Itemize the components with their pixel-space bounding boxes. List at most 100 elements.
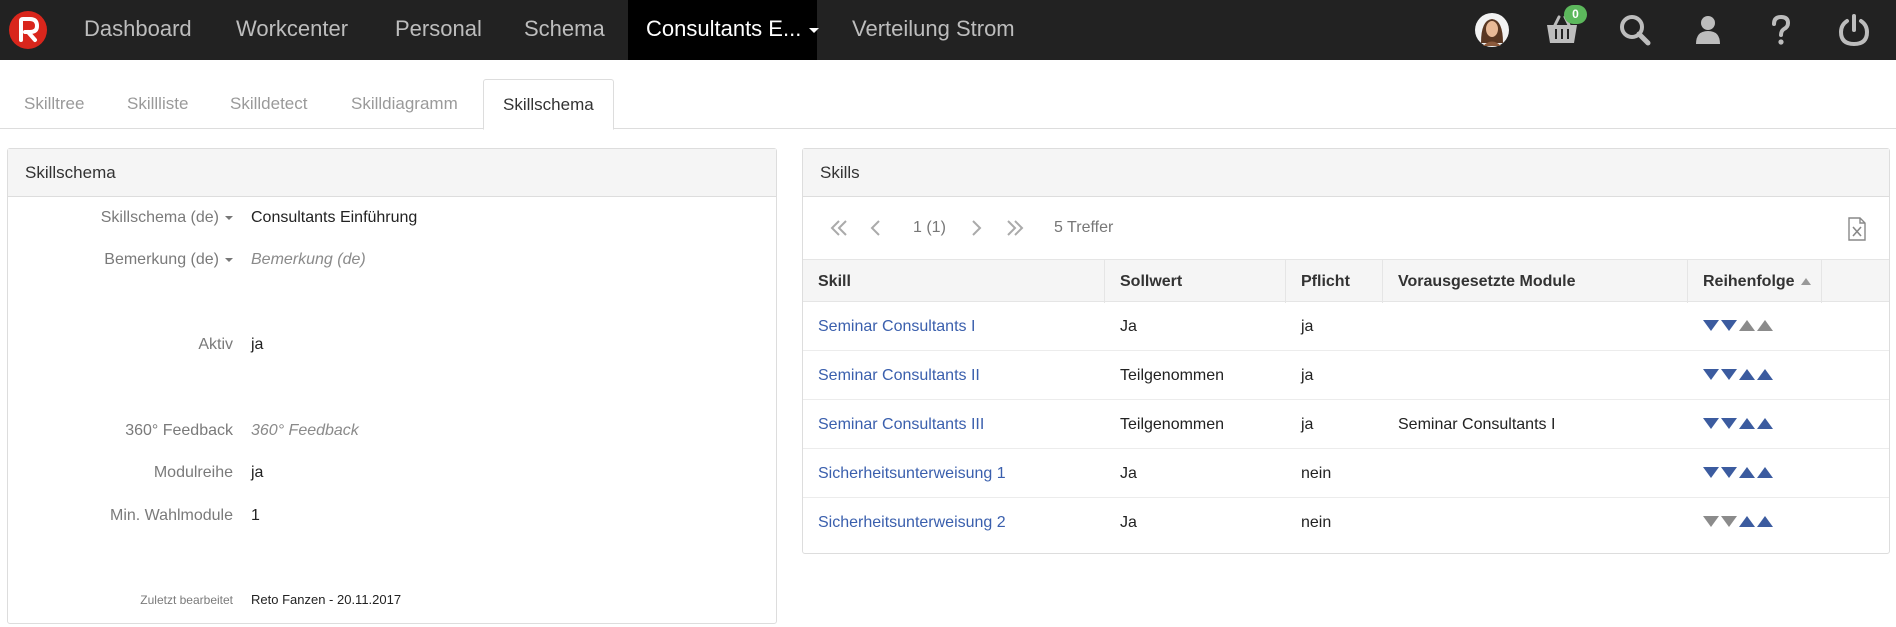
field-aktiv: Aktiv ja: [8, 333, 778, 357]
min-wahlmodule-value[interactable]: 1: [251, 504, 260, 528]
user-icon[interactable]: [1690, 12, 1726, 48]
aktiv-value[interactable]: ja: [251, 333, 263, 357]
sollwert-cell: Teilgenommen: [1120, 367, 1225, 384]
skill-link[interactable]: Seminar Consultants III: [803, 401, 984, 449]
app-logo[interactable]: [8, 10, 48, 50]
move-top-icon[interactable]: [1757, 467, 1773, 478]
col-sollwert[interactable]: Sollwert: [1105, 260, 1286, 303]
order-buttons: [1703, 418, 1775, 432]
move-up-icon: [1739, 320, 1755, 331]
skill-link[interactable]: Sicherheitsunterweisung 1: [803, 450, 1006, 498]
next-page-icon[interactable]: [969, 219, 983, 245]
tab-skillliste[interactable]: Skillliste: [127, 79, 188, 129]
skillschema-label: Skillschema (de): [100, 209, 219, 226]
table-row: Seminar Consultants II Teilgenommen ja: [803, 352, 1889, 400]
bemerkung-label: Bemerkung (de): [104, 251, 219, 268]
move-bottom-icon: [1703, 516, 1719, 527]
tab-bar: Skilltree Skillliste Skilldetect Skilldi…: [0, 79, 1896, 130]
move-down-icon[interactable]: [1721, 418, 1737, 429]
move-down-icon[interactable]: [1721, 369, 1737, 380]
move-down-icon[interactable]: [1721, 320, 1737, 331]
move-up-icon[interactable]: [1739, 369, 1755, 380]
pflicht-cell: ja: [1301, 367, 1314, 384]
col-pflicht[interactable]: Pflicht: [1286, 260, 1383, 303]
chevron-down-icon: [225, 215, 233, 220]
prev-page-icon[interactable]: [869, 219, 883, 245]
move-top-icon[interactable]: [1757, 369, 1773, 380]
table-row: Seminar Consultants I Ja ja: [803, 303, 1889, 351]
move-bottom-icon[interactable]: [1703, 467, 1719, 478]
col-reihenfolge[interactable]: Reihenfolge: [1688, 260, 1822, 303]
hit-count: 5 Treffer: [1054, 219, 1114, 236]
nav-consultants-label: Consultants E...: [646, 16, 802, 41]
tab-skilldetect[interactable]: Skilldetect: [230, 79, 307, 129]
skillschema-value[interactable]: Consultants Einführung: [251, 206, 417, 230]
nav-consultants-dropdown[interactable]: Consultants E...: [628, 0, 820, 60]
skillschema-panel-title: Skillschema: [8, 149, 776, 197]
move-top-icon: [1757, 320, 1773, 331]
move-bottom-icon[interactable]: [1703, 418, 1719, 429]
col-vorausgesetzte-module[interactable]: Vorausgesetzte Module: [1383, 260, 1688, 303]
chevron-down-icon: [225, 257, 233, 262]
modulreihe-label: Modulreihe: [153, 464, 233, 481]
tab-skillschema[interactable]: Skillschema: [483, 79, 614, 130]
move-top-icon[interactable]: [1757, 418, 1773, 429]
pagination: 1 (1) 5 Treffer: [803, 197, 1889, 259]
bemerkung-field[interactable]: Bemerkung (de): [251, 248, 366, 272]
nav-workcenter[interactable]: Workcenter: [236, 0, 348, 60]
avatar[interactable]: [1474, 12, 1510, 48]
move-bottom-icon[interactable]: [1703, 320, 1719, 331]
field-modulreihe: Modulreihe ja: [8, 461, 778, 485]
col-reihenfolge-label: Reihenfolge: [1703, 273, 1795, 290]
excel-export-icon[interactable]: [1847, 217, 1867, 243]
module-cell: [1383, 352, 1398, 400]
skill-link[interactable]: Seminar Consultants II: [803, 352, 980, 400]
field-zuletzt-bearbeitet: Zuletzt bearbeitet Reto Fanzen - 20.11.2…: [8, 588, 778, 612]
order-buttons: [1703, 320, 1775, 334]
move-top-icon[interactable]: [1757, 516, 1773, 527]
power-icon[interactable]: [1836, 12, 1872, 48]
skills-table-header: Skill Sollwert Pflicht Vorausgesetzte Mo…: [803, 259, 1889, 303]
skillschema-language-dropdown[interactable]: Skillschema (de): [101, 206, 233, 230]
search-icon[interactable]: [1617, 12, 1653, 48]
field-bemerkung: Bemerkung (de) Bemerkung (de): [8, 248, 778, 272]
page-indicator: 1 (1): [913, 219, 946, 236]
feedback-label: 360° Feedback: [125, 422, 233, 439]
last-page-icon[interactable]: [1005, 219, 1025, 245]
sollwert-cell: Ja: [1120, 514, 1137, 531]
bemerkung-language-dropdown[interactable]: Bemerkung (de): [104, 248, 233, 272]
min-wahlmodule-label: Min. Wahlmodule: [109, 507, 233, 524]
skill-link[interactable]: Seminar Consultants I: [803, 303, 975, 351]
pflicht-cell: ja: [1301, 416, 1314, 433]
tab-skilltree[interactable]: Skilltree: [24, 79, 84, 129]
modulreihe-value[interactable]: ja: [251, 461, 263, 485]
zuletzt-bearbeitet-value: Reto Fanzen - 20.11.2017: [251, 592, 402, 607]
sort-ascending-icon: [1800, 278, 1811, 286]
move-up-icon[interactable]: [1739, 467, 1755, 478]
feedback-field[interactable]: 360° Feedback: [251, 419, 359, 443]
chevron-down-icon: [809, 27, 820, 33]
nav-schema[interactable]: Schema: [524, 0, 605, 60]
nav-dashboard[interactable]: Dashboard: [84, 0, 192, 60]
table-row: Sicherheitsunterweisung 1 Ja nein: [803, 450, 1889, 498]
sollwert-cell: Ja: [1120, 318, 1137, 335]
move-up-icon[interactable]: [1739, 418, 1755, 429]
sollwert-cell: Ja: [1120, 465, 1137, 482]
move-bottom-icon[interactable]: [1703, 369, 1719, 380]
move-down-icon[interactable]: [1721, 467, 1737, 478]
tab-skilldiagramm[interactable]: Skilldiagramm: [351, 79, 458, 129]
pflicht-cell: nein: [1301, 514, 1332, 531]
module-cell: Seminar Consultants I: [1398, 416, 1556, 433]
first-page-icon[interactable]: [829, 219, 849, 245]
aktiv-label: Aktiv: [198, 336, 233, 353]
nav-verteilung-strom[interactable]: Verteilung Strom: [852, 0, 1015, 60]
move-up-icon[interactable]: [1739, 516, 1755, 527]
help-icon[interactable]: [1763, 12, 1799, 48]
col-skill[interactable]: Skill: [803, 260, 1105, 303]
table-row: Seminar Consultants III Teilgenommen ja …: [803, 401, 1889, 449]
nav-personal[interactable]: Personal: [395, 0, 482, 60]
skills-panel: Skills 1 (1) 5 Treffer Skill Sollwert Pf…: [802, 148, 1890, 554]
order-buttons: [1703, 467, 1775, 481]
field-skillschema: Skillschema (de) Consultants Einführung: [8, 206, 778, 230]
skill-link[interactable]: Sicherheitsunterweisung 2: [803, 499, 1006, 547]
